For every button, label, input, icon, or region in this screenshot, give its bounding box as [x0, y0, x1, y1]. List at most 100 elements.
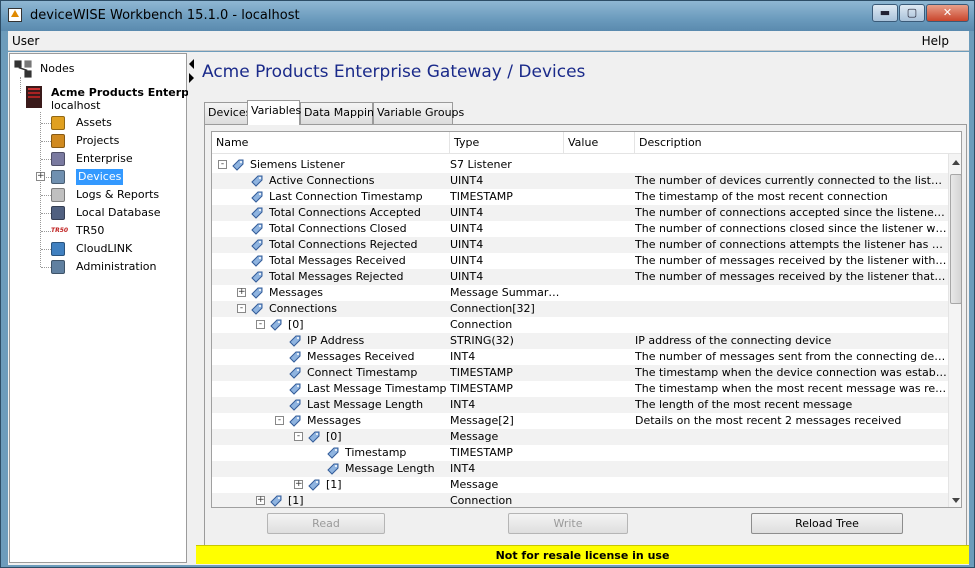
variable-tag-icon [250, 174, 264, 188]
cell-type: Message [450, 478, 499, 491]
tree-expander-icon[interactable]: + [237, 288, 246, 297]
tab-variables[interactable]: Variables [247, 100, 301, 125]
variable-tag-icon [288, 382, 302, 396]
cell-description: The number of messages received by the l… [635, 270, 947, 283]
table-row[interactable]: - [0] Connection [212, 317, 948, 333]
variable-tag-icon [288, 414, 302, 428]
client-area: Nodes Acme Products Enterpr localhost As… [8, 52, 969, 565]
app-window: deviceWISE Workbench 15.1.0 - localhost … [0, 0, 975, 568]
table-row[interactable]: - Siemens Listener S7 Listener [212, 157, 948, 173]
cell-type: UINT4 [450, 206, 484, 219]
cell-type: Connection [450, 318, 513, 331]
scroll-thumb[interactable] [950, 174, 961, 304]
cell-description: The timestamp of the most recent connect… [635, 190, 888, 203]
table-row[interactable]: Message Length INT4 [212, 461, 948, 477]
table-row[interactable]: Last Connection Timestamp TIMESTAMP The ti… [212, 189, 948, 205]
col-value[interactable]: Value [564, 132, 635, 154]
close-button[interactable]: ✕ [926, 4, 969, 22]
tree-expander-icon[interactable]: - [256, 320, 265, 329]
reload-tree-button[interactable]: Reload Tree [751, 513, 903, 534]
devices-icon [51, 170, 65, 184]
table-row[interactable]: + Messages Message Summary[20] [212, 285, 948, 301]
tree-line [41, 123, 51, 124]
sidebar-item-label: Logs & Reports [76, 188, 160, 201]
table-row[interactable]: Total Connections Accepted UINT4 The numbe… [212, 205, 948, 221]
table-row[interactable]: Total Messages Rejected UINT4 The number o… [212, 269, 948, 285]
cell-description: The number of devices currently connecte… [635, 174, 947, 187]
col-description[interactable]: Description [635, 132, 951, 154]
cell-type: Message Summary[20] [450, 286, 564, 299]
sidebar-item-label: Administration [76, 260, 157, 273]
cell-description: IP address of the connecting device [635, 334, 832, 347]
tree-expander-icon[interactable]: - [237, 304, 246, 313]
table-row[interactable]: Timestamp TIMESTAMP [212, 445, 948, 461]
collapse-right-icon[interactable] [189, 73, 194, 83]
cell-type: Message [450, 430, 499, 443]
tree-expander-icon[interactable]: - [275, 416, 284, 425]
tree-line [41, 195, 51, 196]
table-row[interactable]: Messages Received INT4 The number of messa… [212, 349, 948, 365]
tree-expander-icon[interactable]: - [218, 160, 227, 169]
tree-line [20, 77, 21, 93]
window-title: deviceWISE Workbench 15.1.0 - localhost [30, 8, 300, 23]
tab-devices[interactable]: Devices [204, 102, 251, 124]
table-row[interactable]: Total Connections Rejected UINT4 The numbe… [212, 237, 948, 253]
tree-expander-icon[interactable]: + [256, 496, 265, 505]
tab-data-mapping[interactable]: Data Mapping [300, 102, 381, 124]
table-row[interactable]: - Messages Message[2] Details on the most r… [212, 413, 948, 429]
table-row[interactable]: Last Message Timestamp TIMESTAMP The times… [212, 381, 948, 397]
cell-type: UINT4 [450, 254, 484, 267]
table-row[interactable]: Connect Timestamp TIMESTAMP The timestamp … [212, 365, 948, 381]
table-row[interactable]: Total Messages Received UINT4 The number o… [212, 253, 948, 269]
cell-type: TIMESTAMP [450, 446, 513, 459]
sidebar-item-label: Enterprise [76, 152, 133, 165]
read-button[interactable]: Read [267, 513, 385, 534]
menu-help[interactable]: Help [922, 34, 949, 48]
table-row[interactable]: IP Address STRING(32) IP address of the co… [212, 333, 948, 349]
tree-line [41, 249, 51, 250]
database-icon [51, 206, 65, 220]
variable-tag-icon [269, 494, 283, 507]
collapse-left-icon[interactable] [189, 59, 194, 69]
cell-name: Timestamp [345, 446, 407, 459]
table-row[interactable]: - [0] Message [212, 429, 948, 445]
cell-name: IP Address [307, 334, 365, 347]
devices-expander[interactable]: + [36, 172, 45, 181]
table-row[interactable]: Total Connections Closed UINT4 The number … [212, 221, 948, 237]
table-row[interactable]: Active Connections UINT4 The number of dev… [212, 173, 948, 189]
tree-line [41, 231, 51, 232]
scroll-up-icon[interactable] [952, 160, 960, 165]
table-row[interactable]: + [1] Message [212, 477, 948, 493]
tree-expander-icon[interactable]: - [294, 432, 303, 441]
tree-expander-icon[interactable]: + [294, 480, 303, 489]
license-banner: Not for resale license in use [196, 545, 969, 564]
title-bar: deviceWISE Workbench 15.1.0 - localhost … [1, 1, 974, 31]
cell-name: Messages Received [307, 350, 415, 363]
write-button[interactable]: Write [508, 513, 628, 534]
main-panel: Acme Products Enterprise Gateway / Devic… [196, 53, 969, 564]
cell-name: Total Messages Received [269, 254, 406, 267]
splitter[interactable] [188, 53, 195, 563]
col-name[interactable]: Name [212, 132, 450, 154]
vertical-scrollbar[interactable] [948, 154, 961, 507]
cell-type: TIMESTAMP [450, 382, 513, 395]
cell-name: Connect Timestamp [307, 366, 418, 379]
cell-type: Connection [450, 494, 513, 507]
table-row[interactable]: - Connections Connection[32] [212, 301, 948, 317]
table-row[interactable]: Last Message Length INT4 The length of the… [212, 397, 948, 413]
variable-tag-icon [250, 302, 264, 316]
maximize-button[interactable]: ▢ [899, 4, 925, 22]
menu-user[interactable]: User [12, 34, 39, 48]
cell-description: The timestamp when the most recent messa… [635, 382, 947, 395]
cell-description: The number of messages received by the l… [635, 254, 947, 267]
variable-tag-icon [250, 190, 264, 204]
tab-variable-groups[interactable]: Variable Groups [373, 102, 464, 124]
col-type[interactable]: Type [450, 132, 564, 154]
projects-icon [51, 134, 65, 148]
cell-type: TIMESTAMP [450, 366, 513, 379]
scroll-down-icon[interactable] [952, 498, 960, 503]
minimize-button[interactable]: ▬ [872, 4, 898, 22]
variables-panel: Name Type Value Description - Siemens Lis… [204, 124, 967, 563]
server-icon [26, 86, 42, 108]
table-row[interactable]: + [1] Connection [212, 493, 948, 507]
